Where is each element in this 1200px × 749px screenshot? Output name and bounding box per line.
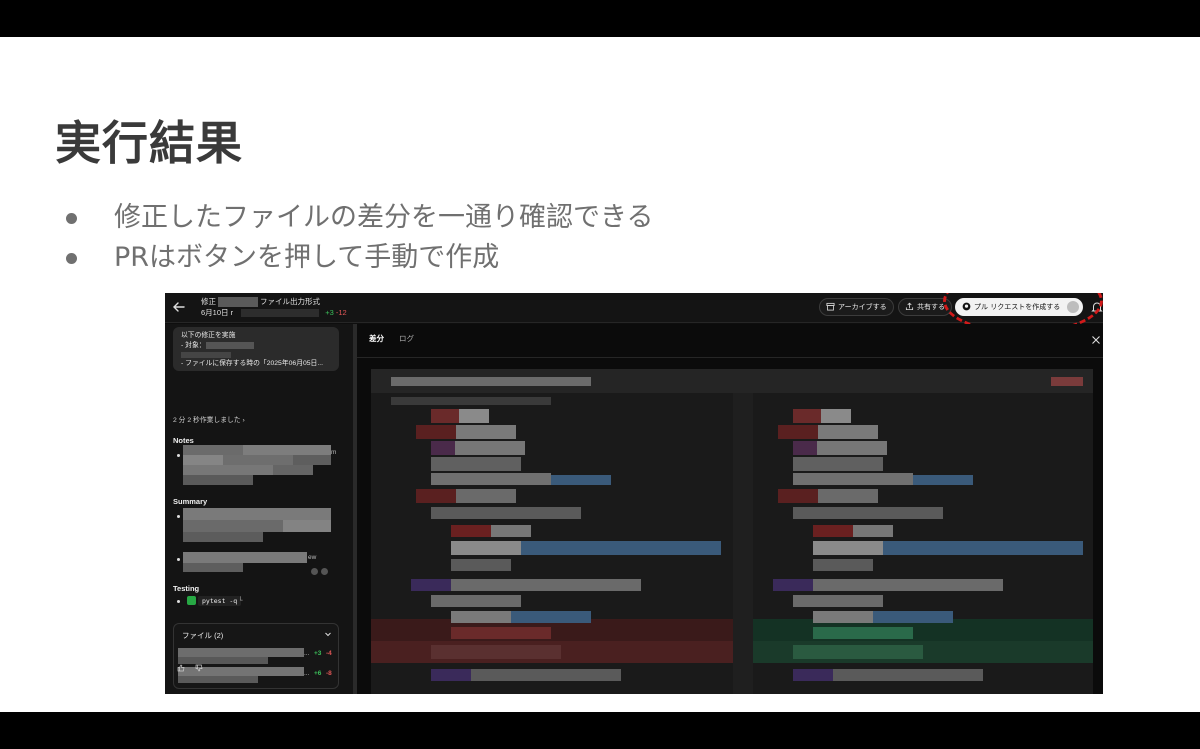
message-line: - ファイルに保存する時の「2025年06月05日... — [181, 360, 324, 367]
file-ellipsis: ... — [304, 650, 310, 657]
slide-bullet: PRはボタンを押して手動で作成 — [62, 239, 653, 279]
citation-chip[interactable] — [321, 568, 328, 575]
redacted-summary-1 — [183, 508, 331, 542]
task-meta: 6月10日 r +3 -12 — [201, 307, 347, 318]
app-screenshot: 修正 ファイル出力形式 6月10日 r +3 -12 アーカイブする 共有する プ… — [165, 293, 1103, 694]
notes-fragment: m — [331, 449, 337, 456]
task-title: 修正 ファイル出力形式 — [201, 296, 320, 308]
section-summary: Summary — [173, 497, 208, 506]
thumbs-up-icon[interactable] — [177, 664, 185, 672]
slide-bullets: 修正したファイルの差分を一通り確認できる PRはボタンを押して手動で作成 — [62, 199, 653, 279]
section-testing: Testing — [173, 584, 200, 593]
file-ellipsis: ... — [304, 670, 310, 677]
files-card[interactable]: ファイル (2) ... +3 -4 ... +6 -8 — [173, 623, 339, 689]
redacted-block — [181, 352, 231, 358]
message-line: - 対象： — [181, 341, 331, 351]
chevron-down-icon[interactable] — [1067, 301, 1080, 313]
file-removed: -8 — [326, 670, 332, 677]
share-button[interactable]: 共有する — [898, 298, 952, 316]
redacted-block — [205, 341, 254, 349]
section-notes: Notes — [173, 436, 194, 445]
diff-panel: 差分 ログ — [357, 324, 1103, 694]
bullet-dot — [177, 515, 180, 518]
files-title: ファイル (2) — [182, 631, 224, 640]
task-title-prefix: 修正 — [201, 297, 216, 306]
user-message: 以下の修正を実施 - 対象： - ファイルに保存する時の「2025年06月05日… — [173, 327, 339, 371]
share-label: 共有する — [917, 303, 945, 311]
feedback-buttons — [177, 659, 209, 677]
file-removed: -4 — [326, 650, 332, 657]
file-added: +3 — [314, 650, 322, 657]
create-pr-button[interactable]: プル リクエストを作成する — [955, 298, 1084, 316]
redacted-block — [241, 309, 320, 318]
summary-fragment: ew — [308, 554, 317, 561]
create-pr-label: プル リクエストを作成する — [974, 303, 1061, 311]
bullet-dot — [177, 600, 180, 603]
arrow-left-icon[interactable] — [171, 299, 187, 315]
terminal-icon[interactable]: └ — [238, 597, 243, 604]
slide: 実行結果 修正したファイルの差分を一通り確認できる PRはボタンを押して手動で作… — [0, 37, 1200, 712]
diff-added-count: +3 — [325, 308, 334, 317]
diff-removed-count: -12 — [335, 308, 347, 317]
thumbs-down-icon[interactable] — [195, 664, 203, 672]
chevron-right-icon: › — [242, 417, 245, 424]
slide-bullet: 修正したファイルの差分を一通り確認できる — [62, 199, 653, 239]
diff-tabs: 差分 ログ — [357, 324, 1103, 358]
redacted-notes — [183, 445, 331, 485]
citation-chip[interactable] — [311, 568, 318, 575]
diff-viewer[interactable] — [371, 369, 1093, 694]
redacted-summary-2 — [183, 552, 307, 572]
file-added: +6 — [314, 670, 322, 677]
archive-button[interactable]: アーカイブする — [819, 298, 894, 316]
archive-icon — [826, 302, 835, 311]
task-date-suffix: r — [230, 308, 234, 317]
tab-log[interactable]: ログ — [399, 333, 414, 344]
bell-icon[interactable] — [1090, 300, 1103, 314]
message-line: 以下の修正を実施 — [181, 332, 236, 339]
tab-diff[interactable]: 差分 — [369, 333, 384, 344]
bullet-dot — [177, 558, 180, 561]
redacted-block — [218, 297, 258, 308]
chevron-down-icon[interactable] — [324, 630, 332, 638]
close-icon[interactable] — [1091, 335, 1101, 345]
task-date: 6月10日 — [201, 308, 229, 317]
worked-duration[interactable]: 2 分 2 秒作業しました › — [173, 414, 245, 424]
check-icon — [187, 596, 196, 605]
archive-label: アーカイブする — [838, 303, 887, 311]
slide-title: 実行結果 — [55, 116, 243, 170]
task-title-suffix: ファイル出力形式 — [260, 297, 320, 306]
top-bar: 修正 ファイル出力形式 6月10日 r +3 -12 アーカイブする 共有する プ… — [165, 293, 1103, 334]
redacted-diff-content — [371, 377, 1093, 681]
bullet-dot — [177, 454, 180, 457]
github-icon — [962, 302, 971, 311]
share-icon — [905, 302, 914, 311]
testing-command: pytest -q — [198, 596, 242, 606]
